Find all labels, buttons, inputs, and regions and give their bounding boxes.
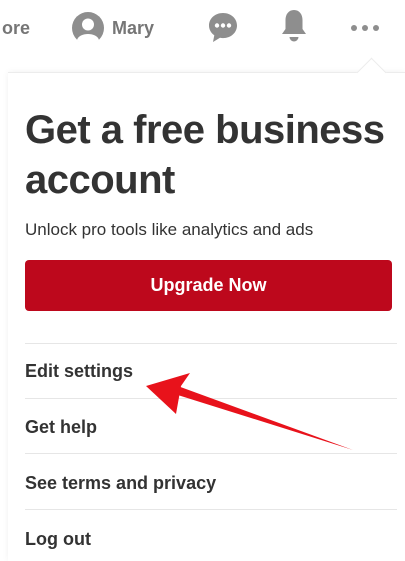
menu-divider: [25, 453, 397, 454]
menu-item-edit-settings[interactable]: Edit settings: [25, 360, 133, 382]
profile-username: Mary: [112, 17, 155, 38]
top-navigation-bar: ore Mary: [0, 0, 405, 58]
more-options-dropdown: Get a free business account Unlock pro t…: [8, 57, 405, 561]
dropdown-caret: [356, 57, 387, 88]
menu-item-terms-privacy[interactable]: See terms and privacy: [25, 472, 216, 494]
promo-title: Get a free business account: [25, 108, 385, 202]
menu-item-get-help[interactable]: Get help: [25, 416, 97, 438]
avatar-icon: [72, 12, 104, 44]
profile-link[interactable]: Mary: [72, 12, 154, 44]
menu-divider: [25, 398, 397, 399]
notifications-icon[interactable]: [280, 9, 308, 43]
more-options-icon[interactable]: [349, 14, 381, 42]
messages-icon[interactable]: [207, 11, 239, 43]
menu-divider: [25, 343, 397, 344]
upgrade-now-button[interactable]: Upgrade Now: [25, 260, 392, 311]
promo-subtitle: Unlock pro tools like analytics and ads: [25, 220, 314, 239]
menu-item-log-out[interactable]: Log out: [25, 528, 91, 550]
menu-divider: [25, 509, 397, 510]
nav-more-link[interactable]: ore: [2, 14, 30, 42]
